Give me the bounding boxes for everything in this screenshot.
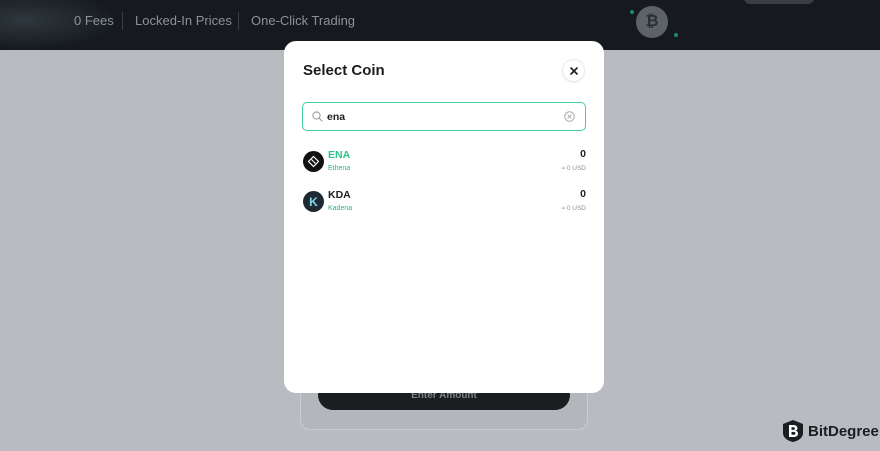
coin-balance: 0 [580, 148, 586, 160]
bitdegree-logo-icon [783, 420, 803, 442]
bitdegree-watermark: BitDegree [782, 419, 879, 443]
search-input[interactable] [327, 108, 547, 125]
feature-divider [122, 12, 123, 30]
coin-list: ENA Ethena 0 ≈ 0 USD K KDA Kadena 0 ≈ 0 … [303, 145, 586, 225]
decor-dot [674, 33, 678, 37]
coin-usd-value: ≈ 0 USD [561, 205, 586, 212]
header-button[interactable] [744, 0, 814, 4]
coin-symbol: ENA [328, 149, 351, 161]
modal-title: Select Coin [303, 62, 385, 79]
watermark-label: BitDegree [808, 422, 879, 440]
kadena-logo-icon: K [303, 191, 324, 212]
coin-row-kda[interactable]: K KDA Kadena 0 ≈ 0 USD [303, 185, 586, 225]
coin-name: Kadena [328, 205, 353, 212]
coin-usd-value: ≈ 0 USD [561, 165, 586, 172]
coin-name: Ethena [328, 165, 351, 172]
feature-divider [238, 12, 239, 30]
feature-zero-fees: 0 Fees [74, 13, 114, 28]
coin-balance: 0 [580, 188, 586, 200]
decor-dot [630, 10, 634, 14]
coin-symbol: KDA [328, 189, 351, 201]
feature-locked-in-prices: Locked-In Prices [135, 13, 232, 28]
feature-one-click-trading: One-Click Trading [251, 13, 356, 28]
close-icon [569, 66, 578, 75]
coin-row-ena[interactable]: ENA Ethena 0 ≈ 0 USD [303, 145, 586, 185]
search-icon [312, 111, 323, 122]
close-button[interactable] [563, 60, 584, 81]
coin-search-field[interactable] [302, 102, 586, 131]
ethena-logo-icon [303, 151, 324, 172]
bitcoin-icon: ₿ [636, 6, 668, 38]
clear-search-icon[interactable] [564, 111, 575, 122]
select-coin-modal: Select Coin ENA Ethena 0 ≈ 0 U [284, 41, 604, 393]
